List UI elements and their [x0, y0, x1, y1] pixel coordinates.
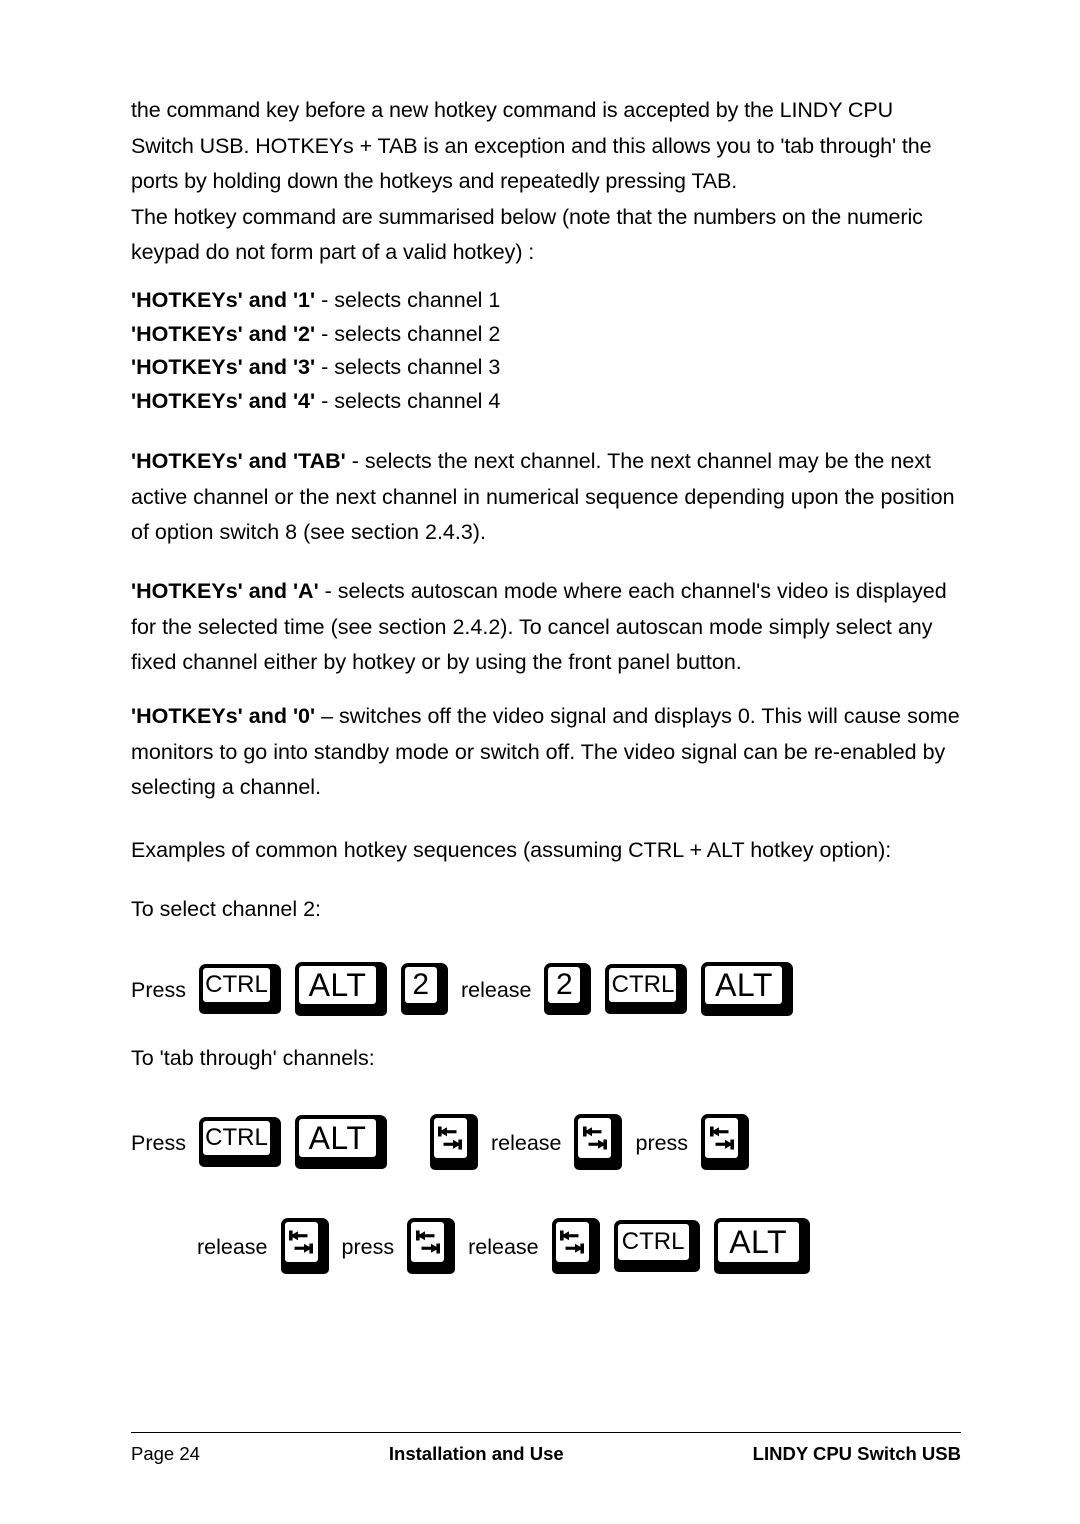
keycap-face: CTRL — [607, 966, 679, 1004]
key-alt: ALT — [701, 962, 794, 1016]
key-tab — [551, 1218, 600, 1274]
tab-arrows-icon — [438, 1126, 463, 1150]
hotkey-list-item-desc: - selects channel 2 — [315, 321, 501, 346]
sequence-word-release-2: release — [468, 1235, 539, 1260]
paragraph-examples-intro: Examples of common hotkey sequences (ass… — [131, 838, 892, 862]
keycap-face — [409, 1220, 447, 1264]
footer-product-name: LINDY CPU Switch USB — [752, 1443, 961, 1464]
intro-paragraph-2: The hotkey command are summarised below … — [131, 204, 923, 265]
paragraph-hotkeys-tab: 'HOTKEYs' and 'TAB' - selects the next c… — [131, 444, 967, 551]
key-tab — [407, 1218, 456, 1274]
intro-section: the command key before a new hotkey comm… — [131, 93, 961, 271]
key-tab — [280, 1218, 329, 1274]
hotkey-list-item-key: 'HOTKEYs' and '4' — [131, 388, 316, 413]
paragraph-lead-tab: 'HOTKEYs' and 'TAB' — [131, 449, 346, 473]
keycap-label: CTRL — [205, 970, 268, 998]
footer-page-number: Page 24 — [131, 1443, 200, 1464]
hotkey-list-item: 'HOTKEYs' and '1' - selects channel 1 — [131, 284, 961, 318]
paragraph-lead-zero: 'HOTKEYs' and '0' — [131, 704, 316, 728]
sequence-word-press: press — [341, 1235, 395, 1260]
tab-arrows-icon — [560, 1230, 585, 1254]
key-ctrl: CTRL — [613, 1220, 700, 1272]
key-sequence-tab-through-row-2: release press release CTRL ALT — [197, 1218, 817, 1274]
keycap-label: CTRL — [205, 1123, 268, 1151]
key-number-2: 2 — [544, 963, 592, 1015]
hotkey-list-item: 'HOTKEYs' and '3' - selects channel 3 — [131, 351, 961, 385]
keycap-face — [576, 1116, 614, 1160]
sequence-word-press-2: press — [635, 1131, 689, 1156]
tab-arrows-icon — [289, 1230, 314, 1254]
paragraph-hotkeys-zero: 'HOTKEYs' and '0' – switches off the vid… — [131, 699, 967, 806]
hotkey-list-item-key: 'HOTKEYs' and '3' — [131, 355, 316, 379]
hotkey-list-item: 'HOTKEYs' and '2' - selects channel 2 — [131, 318, 961, 352]
sequence-word-release: release — [490, 1131, 562, 1156]
key-sequence-tab-through-row-1: Press CTRL ALT release press — [131, 1114, 756, 1170]
keycap-face: ALT — [703, 964, 785, 1006]
key-tab — [429, 1114, 478, 1170]
hotkey-list-item-desc: - selects channel 4 — [315, 388, 501, 413]
sequence-word-press: Press — [131, 978, 186, 1003]
page-footer: Page 24 Installation and Use LINDY CPU S… — [131, 1443, 961, 1465]
hotkey-list-item-key: 'HOTKEYs' and '1' — [131, 288, 316, 312]
keycap-label: 2 — [555, 967, 574, 1001]
hotkey-list: 'HOTKEYs' and '1' - selects channel 1 'H… — [131, 284, 961, 418]
keycap-face: ALT — [715, 1220, 801, 1264]
key-number-2: 2 — [400, 963, 448, 1015]
keycap-label: 2 — [412, 967, 430, 1001]
tab-arrows-icon — [582, 1126, 607, 1150]
key-tab — [701, 1114, 750, 1170]
tab-arrows-icon — [415, 1230, 440, 1254]
paragraph-tab-through: To 'tab through' channels: — [131, 1046, 375, 1070]
keycap-label: ALT — [729, 1223, 788, 1260]
sequence-word-release: release — [197, 1235, 268, 1260]
keycap-face: 2 — [402, 965, 439, 1005]
keycap-label: ALT — [715, 966, 773, 1003]
tab-arrows-icon — [709, 1126, 734, 1150]
keycap-face — [431, 1116, 469, 1160]
hotkey-list-item: 'HOTKEYs' and '4' - selects channel 4 — [131, 385, 961, 419]
footer-section-title: Installation and Use — [388, 1443, 564, 1464]
keycap-face — [703, 1116, 741, 1160]
sequence-word-release: release — [460, 978, 532, 1003]
paragraph-hotkeys-a: 'HOTKEYs' and 'A' - selects autoscan mod… — [131, 574, 967, 681]
sequence-word-press: Press — [131, 1131, 186, 1156]
hotkey-list-item-desc: - selects channel 3 — [315, 355, 501, 379]
key-ctrl: CTRL — [198, 964, 281, 1014]
key-ctrl: CTRL — [198, 1117, 281, 1167]
key-alt: ALT — [294, 962, 387, 1016]
keycap-label: ALT — [308, 1119, 367, 1156]
intro-paragraph-1: the command key before a new hotkey comm… — [131, 98, 932, 193]
keycap-face: ALT — [296, 964, 378, 1006]
keycap-face — [282, 1220, 320, 1264]
document-page: the command key before a new hotkey comm… — [0, 0, 1080, 1524]
paragraph-lead-autoscan: 'HOTKEYs' and 'A' — [131, 579, 319, 603]
keycap-face: CTRL — [200, 966, 272, 1004]
key-tab — [574, 1114, 623, 1170]
keycap-face: 2 — [546, 965, 583, 1005]
footer-divider — [131, 1432, 961, 1433]
key-alt: ALT — [294, 1115, 387, 1169]
paragraph-select-channel: To select channel 2: — [131, 897, 322, 921]
hotkey-list-item-desc: - selects channel 1 — [315, 288, 501, 312]
hotkey-list-item-key: 'HOTKEYs' and '2' — [131, 321, 316, 346]
keycap-face: ALT — [296, 1117, 378, 1159]
keycap-face — [553, 1220, 591, 1264]
keycap-label: CTRL — [621, 1227, 685, 1255]
keycap-label: ALT — [308, 966, 367, 1003]
key-ctrl: CTRL — [605, 964, 688, 1014]
key-sequence-select-channel-2: Press CTRL ALT 2 release 2 CTRL ALT — [131, 962, 800, 1016]
key-alt: ALT — [713, 1218, 810, 1274]
keycap-label: CTRL — [611, 970, 675, 998]
keycap-face: CTRL — [200, 1119, 272, 1157]
keycap-face: CTRL — [615, 1222, 691, 1262]
